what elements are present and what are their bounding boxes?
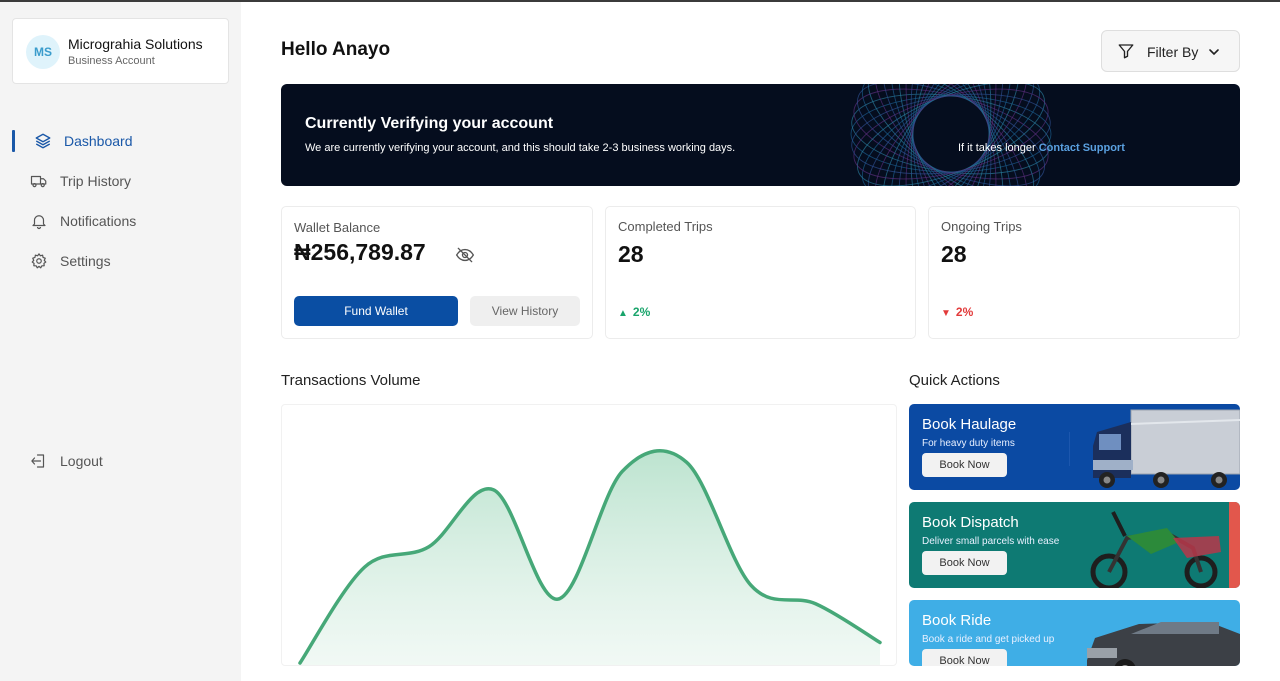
page-title: Hello Anayo [281,39,391,60]
trend-up-icon: ▲ [618,308,628,319]
logout-label: Logout [60,453,103,469]
qa-title: Book Ride [922,612,992,629]
filter-button[interactable]: Filter By [1101,30,1240,72]
banner-text: We are currently verifying your account,… [305,142,736,154]
spirograph-ring [874,84,1028,186]
logout-icon [31,454,45,468]
wallet-label: Wallet Balance [294,220,381,235]
sidebar-item-label: Trip History [60,173,132,189]
filter-label: Filter By [1147,44,1199,60]
car-illustration [1087,622,1240,666]
account-switcher[interactable]: MS Micrograhia Solutions Business Accoun… [12,18,229,84]
spirograph-decoration [850,84,1052,186]
spirograph-ring [874,84,1028,186]
qa-subtitle: Book a ride and get picked up [922,634,1055,645]
account-name: Micrograhia Solutions [68,36,203,52]
sidebar-item-label: Settings [60,253,111,269]
wallet-value: ₦256,789.87 [294,239,426,265]
banner-support-prefix: If it takes longer [958,142,1036,154]
ongoing-trips-card: Ongoing Trips 28 ▼ 2% [928,206,1240,339]
fund-wallet-button[interactable]: Fund Wallet [294,296,458,326]
qa-title: Book Dispatch [922,514,1019,531]
eye-off-icon[interactable] [455,245,475,265]
view-history-button[interactable]: View History [470,296,580,326]
truck-icon [30,175,47,188]
account-type: Business Account [68,55,155,67]
completed-trips-label: Completed Trips [618,219,713,234]
avatar: MS [26,35,60,69]
trend-value: 2% [955,305,974,319]
ongoing-trips-trend: ▼ 2% [941,305,973,319]
spirograph-ring [850,95,1052,173]
verification-banner: Currently Verifying your account We are … [281,84,1240,186]
logout-button[interactable]: Logout [12,446,229,476]
sidebar: MS Micrograhia Solutions Business Accoun… [0,2,241,681]
completed-trips-value: 28 [618,241,644,267]
sidebar-item-notifications[interactable]: Notifications [12,206,229,236]
sidebar-item-dashboard[interactable]: Dashboard [12,126,229,156]
qa-subtitle: For heavy duty items [922,438,1015,449]
trend-value: 2% [632,305,651,319]
spirograph-ring [890,84,1012,186]
qa-subtitle: Deliver small parcels with ease [922,536,1060,547]
chevron-down-icon [1209,49,1219,56]
truck-illustration [1069,409,1240,488]
spirograph-ring [890,84,1012,186]
chart-area-fill [300,450,880,665]
bell-icon [32,215,46,230]
book-dispatch-card[interactable]: Book Dispatch Deliver small parcels with… [909,502,1240,588]
book-haulage-button[interactable]: Book Now [922,453,1007,477]
motorbike-illustration [1090,502,1240,588]
qa-title: Book Haulage [922,416,1017,433]
transactions-title: Transactions Volume [281,372,421,389]
contact-support-link[interactable]: Contact Support [1039,142,1125,154]
sidebar-item-label: Dashboard [64,133,133,149]
book-ride-card[interactable]: Book Ride Book a ride and get picked up … [909,600,1240,666]
sidebar-item-trip-history[interactable]: Trip History [12,166,229,196]
sidebar-item-settings[interactable]: Settings [12,246,229,276]
book-ride-button[interactable]: Book Now [922,649,1007,666]
book-haulage-card[interactable]: Book Haulage For heavy duty items Book N… [909,404,1240,490]
banner-support-text: If it takes longer Contact Support [958,142,1125,154]
book-dispatch-button[interactable]: Book Now [922,551,1007,575]
layers-icon [35,133,51,149]
active-indicator [12,130,15,152]
filter-icon [1118,44,1134,59]
transactions-chart-svg [298,449,882,665]
wallet-balance-card: Wallet Balance ₦256,789.87 Fund Wallet V… [281,206,593,339]
sidebar-item-label: Notifications [60,213,137,229]
quick-actions-title: Quick Actions [909,372,1000,389]
trend-down-icon: ▼ [941,308,951,319]
banner-title: Currently Verifying your account [305,115,554,132]
ongoing-trips-value: 28 [941,241,967,267]
gear-icon [31,253,47,269]
completed-trips-trend: ▲ 2% [618,305,650,319]
ongoing-trips-label: Ongoing Trips [941,219,1022,234]
transactions-chart [281,404,897,666]
completed-trips-card: Completed Trips 28 ▲ 2% [605,206,916,339]
